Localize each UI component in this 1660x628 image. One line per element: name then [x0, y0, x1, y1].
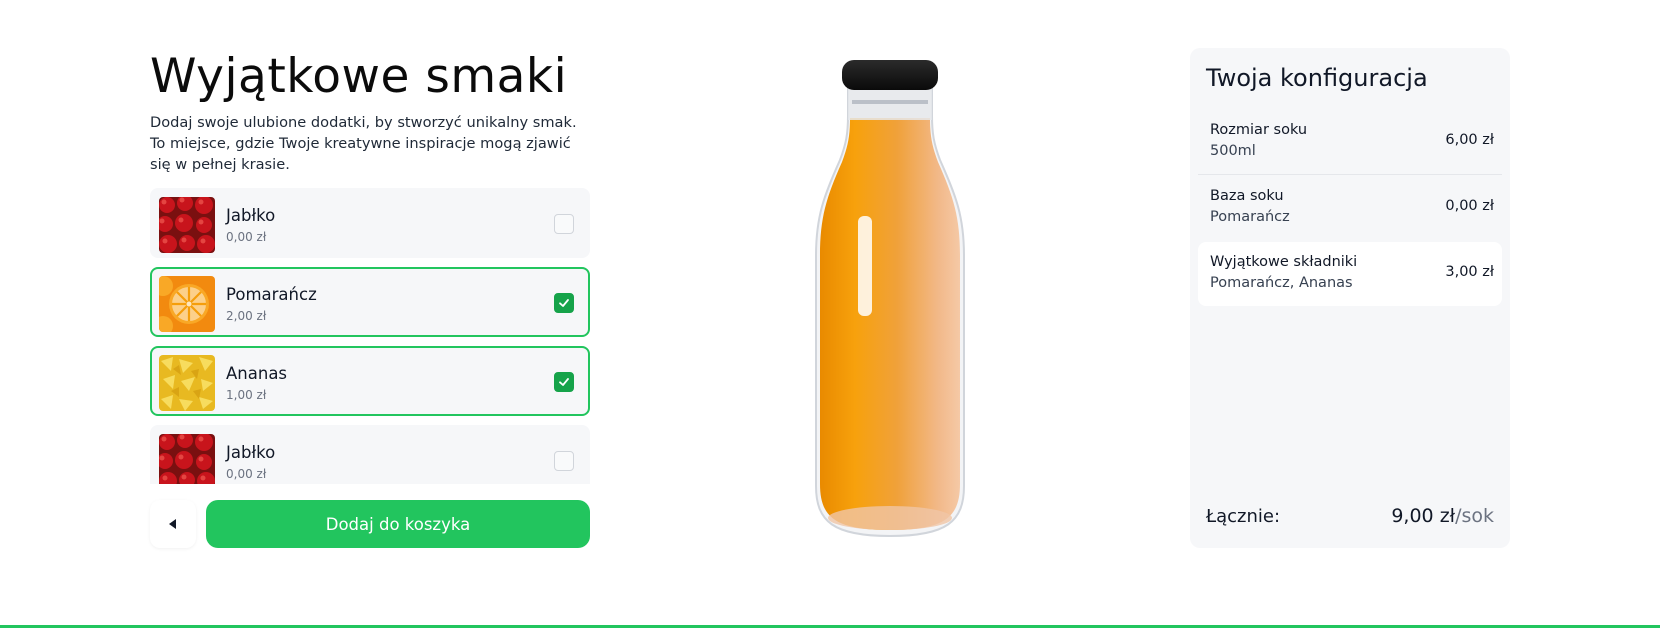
summary-title: Twoja konfiguracja [1206, 64, 1428, 92]
row-value: Pomarańcz, Ananas [1210, 275, 1353, 291]
juice-bottle-image [800, 56, 980, 544]
ingredient-list: Jabłko 0,00 zł Pomarańcz 2,00 zł Ananas … [150, 188, 590, 484]
total-amount: 9,00 zł [1391, 505, 1456, 527]
caret-left-icon [169, 519, 176, 529]
ingredient-item-pineapple[interactable]: Ananas 1,00 zł [150, 346, 590, 416]
page-title: Wyjątkowe smaki [150, 49, 568, 104]
summary-row-base: Baza soku Pomarańcz 0,00 zł [1198, 176, 1502, 240]
checkmark-icon [559, 299, 569, 307]
ingredient-price: 0,00 zł [226, 230, 267, 244]
row-price: 0,00 zł [1445, 198, 1494, 214]
add-to-cart-button[interactable]: Dodaj do koszyka [206, 500, 590, 548]
pineapple-image [159, 355, 215, 411]
row-value: 500ml [1210, 143, 1256, 159]
total-label: Łącznie: [1206, 506, 1281, 527]
action-bar: Dodaj do koszyka [150, 500, 590, 548]
divider [1198, 174, 1502, 175]
configuration-summary: Twoja konfiguracja Rozmiar soku 500ml 6,… [1190, 48, 1510, 548]
ingredient-checkbox[interactable] [554, 372, 574, 392]
row-price: 3,00 zł [1445, 264, 1494, 280]
back-button[interactable] [150, 500, 196, 548]
apple-image [159, 197, 215, 253]
total-price: 9,00 zł/sok [1391, 505, 1494, 527]
ingredient-name: Jabłko [226, 443, 276, 462]
apple-image [159, 434, 215, 484]
ingredient-checkbox[interactable] [554, 293, 574, 313]
ingredient-price: 0,00 zł [226, 467, 267, 481]
ingredient-name: Pomarańcz [226, 285, 317, 304]
row-label: Wyjątkowe składniki [1210, 254, 1358, 270]
ingredient-checkbox[interactable] [554, 451, 574, 471]
ingredient-item-apple[interactable]: Jabłko 0,00 zł [150, 188, 590, 258]
ingredient-price: 1,00 zł [226, 388, 267, 402]
row-label: Rozmiar soku [1210, 122, 1308, 138]
row-label: Baza soku [1210, 188, 1284, 204]
total-unit: /sok [1455, 505, 1494, 527]
ingredient-name: Ananas [226, 364, 288, 383]
ingredient-item-apple[interactable]: Jabłko 0,00 zł [150, 425, 590, 484]
summary-row-extras: Wyjątkowe składniki Pomarańcz, Ananas 3,… [1198, 242, 1502, 306]
page-description: Dodaj swoje ulubione dodatki, by stworzy… [150, 114, 577, 173]
row-price: 6,00 zł [1445, 132, 1494, 148]
orange-image [159, 276, 215, 332]
ingredient-checkbox[interactable] [554, 214, 574, 234]
summary-row-size: Rozmiar soku 500ml 6,00 zł [1198, 110, 1502, 174]
checkmark-icon [559, 378, 569, 386]
ingredient-price: 2,00 zł [226, 309, 267, 323]
ingredient-item-orange[interactable]: Pomarańcz 2,00 zł [150, 267, 590, 337]
ingredient-name: Jabłko [226, 206, 276, 225]
row-value: Pomarańcz [1210, 209, 1290, 225]
intro-section: Wyjątkowe smaki Dodaj swoje ulubione dod… [150, 44, 590, 175]
